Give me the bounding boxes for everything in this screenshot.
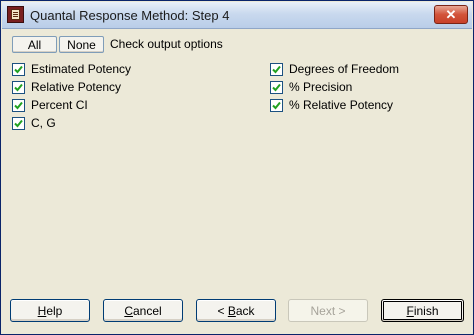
option-label: % Relative Potency xyxy=(289,98,394,112)
check-icon xyxy=(14,83,23,91)
option-degrees-of-freedom[interactable]: Degrees of Freedom xyxy=(270,62,399,76)
checkbox-percent-ci[interactable] xyxy=(12,98,25,112)
cancel-rest: ancel xyxy=(132,303,162,318)
close-button[interactable]: ✕ xyxy=(434,5,468,24)
back-rest: ack xyxy=(235,303,255,318)
option-label: C, G xyxy=(31,116,56,130)
back-accel: B xyxy=(227,303,236,318)
check-icon xyxy=(272,65,281,73)
dialog-body: All None Check output options Estimated … xyxy=(2,29,472,334)
checkbox-percent-precision[interactable] xyxy=(270,80,283,94)
option-label: Estimated Potency xyxy=(31,62,132,76)
option-label: Degrees of Freedom xyxy=(289,62,400,76)
option-relative-potency[interactable]: Relative Potency xyxy=(12,80,121,94)
option-label: Percent CI xyxy=(31,98,88,112)
check-icon xyxy=(14,119,23,127)
checkbox-degrees-of-freedom[interactable] xyxy=(270,62,283,76)
check-icon xyxy=(14,101,23,109)
finish-rest: inish xyxy=(413,303,439,318)
checkbox-percent-relative-potency[interactable] xyxy=(270,98,283,112)
option-percent-ci[interactable]: Percent CI xyxy=(12,98,88,112)
help-accel: H xyxy=(37,303,47,318)
check-icon xyxy=(14,65,23,73)
title-bar[interactable]: Quantal Response Method: Step 4 ✕ xyxy=(2,2,472,29)
option-label: % Precision xyxy=(289,80,353,94)
cancel-accel: C xyxy=(124,303,133,318)
next-button: Next > xyxy=(288,299,368,322)
check-icon xyxy=(272,101,281,109)
checkbox-relative-potency[interactable] xyxy=(12,80,25,94)
close-icon: ✕ xyxy=(445,7,457,22)
select-none-button[interactable]: None xyxy=(59,36,104,53)
back-prefix: < xyxy=(217,303,228,318)
help-rest: elp xyxy=(46,303,63,318)
check-icon xyxy=(272,83,281,91)
option-estimated-potency[interactable]: Estimated Potency xyxy=(12,62,131,76)
dialog-window: Quantal Response Method: Step 4 ✕ All No… xyxy=(0,0,474,335)
window-title: Quantal Response Method: Step 4 xyxy=(30,8,230,23)
select-all-button[interactable]: All xyxy=(12,36,57,53)
options-hint-label: Check output options xyxy=(110,37,223,51)
help-button[interactable]: Help xyxy=(10,299,90,322)
cancel-button[interactable]: Cancel xyxy=(103,299,183,322)
option-percent-precision[interactable]: % Precision xyxy=(270,80,352,94)
option-label: Relative Potency xyxy=(31,80,122,94)
finish-accel: F xyxy=(406,303,414,318)
back-button[interactable]: < Back xyxy=(196,299,276,322)
checkbox-c-g[interactable] xyxy=(12,116,25,130)
option-percent-relative-potency[interactable]: % Relative Potency xyxy=(270,98,393,112)
app-icon xyxy=(7,6,24,23)
checkbox-estimated-potency[interactable] xyxy=(12,62,25,76)
finish-button[interactable]: Finish xyxy=(381,299,464,322)
option-c-g[interactable]: C, G xyxy=(12,116,56,130)
